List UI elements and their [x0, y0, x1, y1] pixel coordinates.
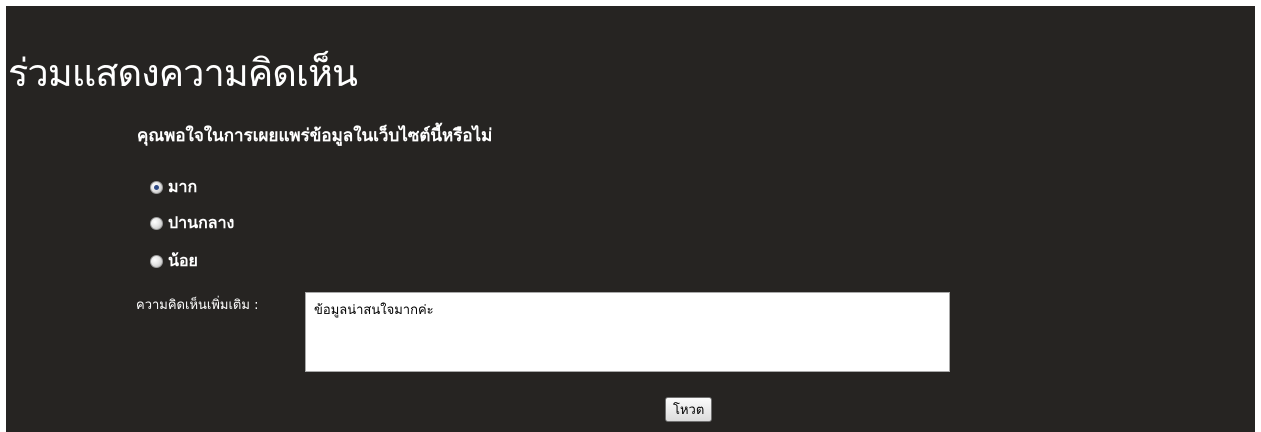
radio-button[interactable] [150, 217, 163, 230]
radio-button[interactable] [150, 255, 163, 268]
poll-panel: ร่วมแสดงความคิดเห็น คุณพอใจในการเผยแพร่ข… [6, 6, 1255, 432]
comment-label: ความคิดเห็นเพิ่มเติม : [136, 298, 259, 313]
radio-button-selected[interactable] [150, 181, 163, 194]
option-medium[interactable]: ปานกลาง [150, 211, 234, 236]
comment-textarea[interactable]: ข้อมูลน่าสนใจมากค่ะ [305, 292, 950, 372]
option-label: น้อย [168, 251, 198, 270]
vote-button[interactable]: โหวต [665, 397, 713, 422]
poll-question: คุณพอใจในการเผยแพร่ข้อมูลในเว็บไซต์นี้หร… [137, 126, 493, 146]
option-little[interactable]: น้อย [150, 249, 198, 274]
poll-title: ร่วมแสดงความคิดเห็น [8, 51, 358, 95]
option-label: มาก [168, 177, 198, 196]
option-label: ปานกลาง [168, 213, 235, 232]
option-much[interactable]: มาก [150, 175, 197, 200]
